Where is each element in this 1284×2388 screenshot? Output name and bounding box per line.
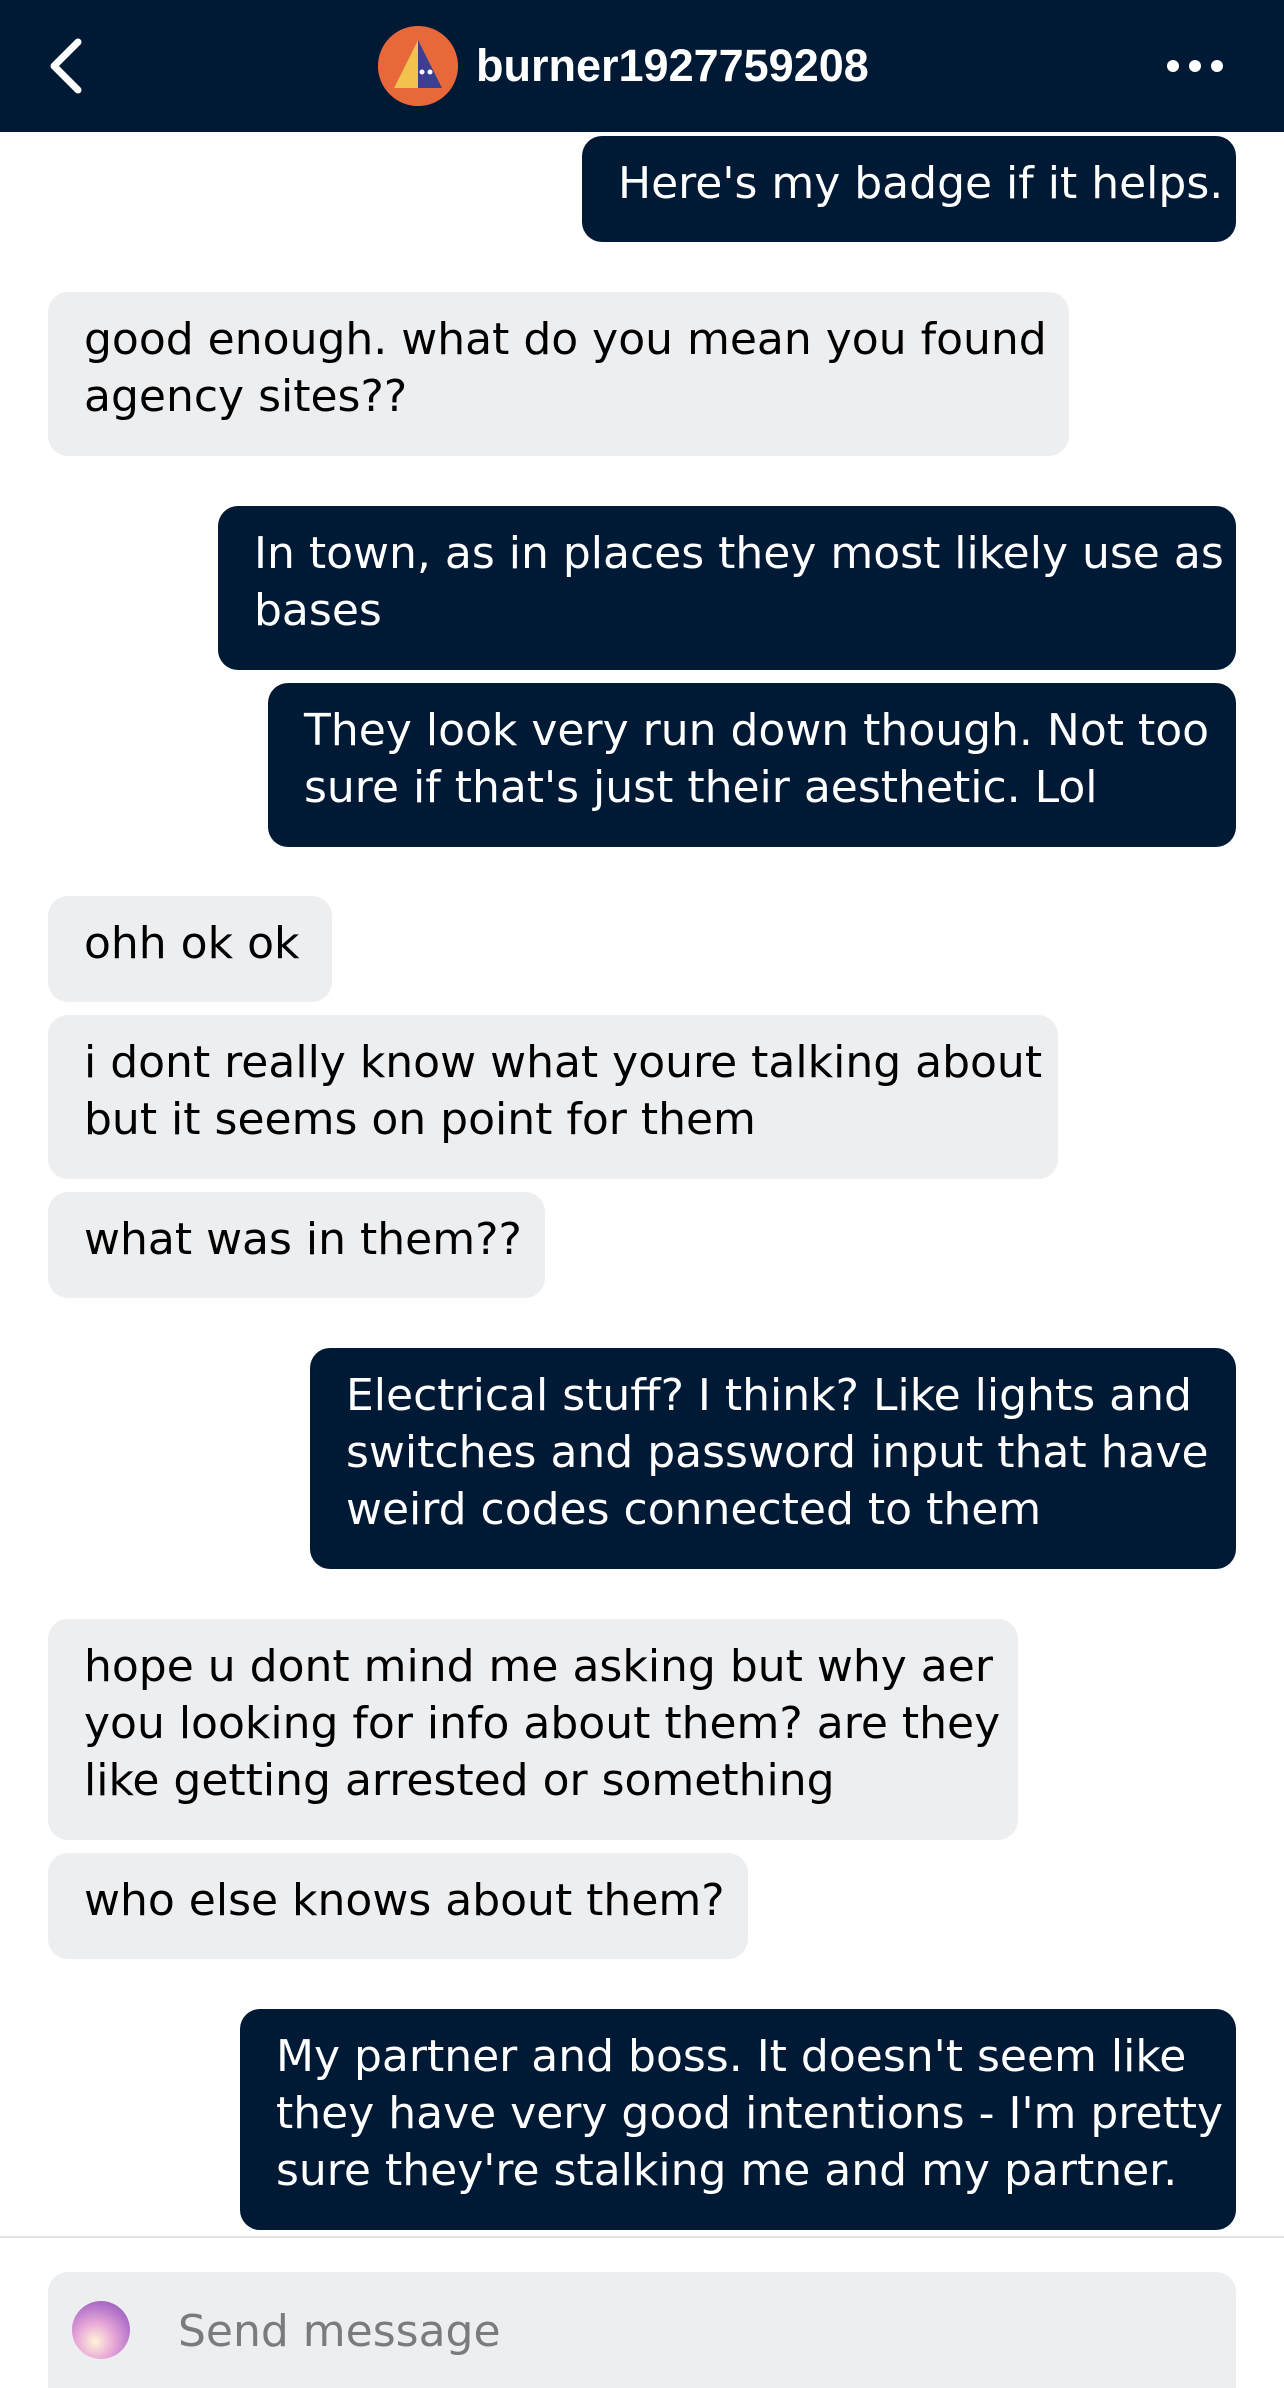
- more-dots-icon: [1167, 60, 1223, 72]
- back-button[interactable]: [30, 30, 102, 102]
- received-message: i dont really know what youre talking ab…: [48, 1015, 1058, 1179]
- message-line: Here's my badge if it helps.: [618, 158, 1224, 209]
- sent-message: My partner and boss. It doesn't seem lik…: [240, 2009, 1236, 2230]
- sent-message: Electrical stuff? I think? Like lights a…: [310, 1348, 1236, 1569]
- received-message: hope u dont mind me asking but why aer y…: [48, 1619, 1018, 1840]
- message-line: My partner and boss. It doesn't seem lik…: [276, 2031, 1187, 2082]
- message-line: you looking for info about them? are the…: [84, 1698, 1001, 1749]
- message-line: switches and password input that have: [346, 1427, 1209, 1478]
- pyramid-icon: [378, 26, 458, 106]
- message-line: bases: [254, 585, 382, 636]
- sent-message: In town, as in places they most likely u…: [218, 506, 1236, 670]
- message-line: weird codes connected to them: [346, 1484, 1042, 1535]
- sent-message: They look very run down though. Not too …: [268, 683, 1236, 847]
- message-line: like getting arrested or something: [84, 1755, 835, 1806]
- sent-message: Here's my badge if it helps.: [582, 136, 1236, 242]
- received-message: what was in them??: [48, 1192, 545, 1298]
- received-message: good enough. what do you mean you found …: [48, 292, 1069, 456]
- received-message: ohh ok ok: [48, 896, 332, 1002]
- message-list[interactable]: Here's my badge if it helps. good enough…: [0, 132, 1284, 2232]
- user-avatar[interactable]: [72, 2301, 130, 2359]
- message-line: ohh ok ok: [84, 918, 300, 969]
- composer-divider: [0, 2236, 1284, 2238]
- message-line: i dont really know what youre talking ab…: [84, 1037, 1043, 1088]
- message-line: In town, as in places they most likely u…: [254, 528, 1224, 579]
- message-line: agency sites??: [84, 371, 408, 422]
- more-options-button[interactable]: [1150, 36, 1240, 96]
- message-composer[interactable]: [48, 2272, 1236, 2388]
- message-line: hope u dont mind me asking but why aer: [84, 1641, 993, 1692]
- message-line: sure if that's just their aesthetic. Lol: [304, 762, 1098, 813]
- avatar[interactable]: [378, 26, 458, 106]
- message-line: sure they're stalking me and my partner.: [276, 2145, 1178, 2196]
- send-message-input[interactable]: [178, 2296, 1208, 2366]
- chevron-left-icon: [50, 38, 82, 94]
- received-message: who else knows about them?: [48, 1853, 748, 1959]
- message-line: good enough. what do you mean you found: [84, 314, 1047, 365]
- message-line: they have very good intentions - I'm pre…: [276, 2088, 1224, 2139]
- message-line: who else knows about them?: [84, 1875, 725, 1926]
- conversation-username[interactable]: burner1927759208: [476, 34, 869, 98]
- message-line: They look very run down though. Not too: [304, 705, 1210, 756]
- message-line: Electrical stuff? I think? Like lights a…: [346, 1370, 1192, 1421]
- message-line: what was in them??: [84, 1214, 522, 1265]
- message-line: but it seems on point for them: [84, 1094, 756, 1145]
- chat-header: burner1927759208: [0, 0, 1284, 132]
